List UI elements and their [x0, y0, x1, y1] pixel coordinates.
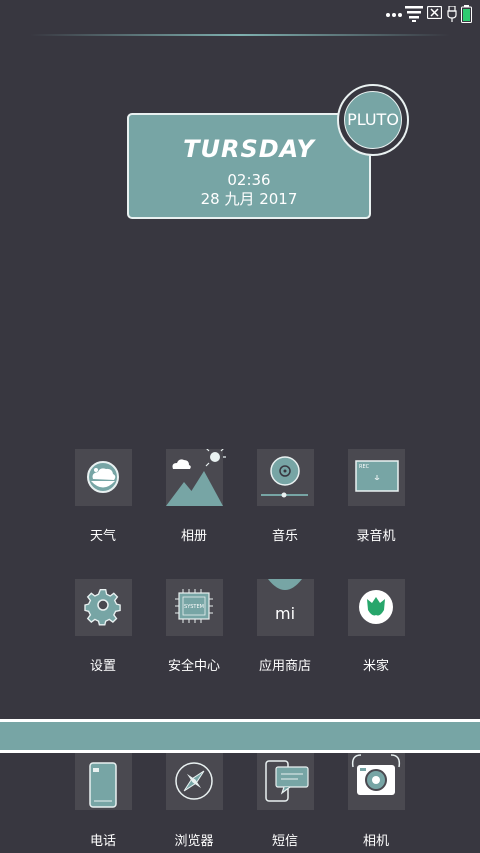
top-divider-line — [30, 34, 450, 36]
app-label: 录音机 — [356, 529, 396, 544]
app-security[interactable]: SYSTEM 安全中心 — [149, 579, 239, 689]
mi-store-icon: mi — [268, 579, 302, 623]
dock-app-camera[interactable]: 相机 — [331, 753, 421, 853]
app-store[interactable]: mi 应用商店 — [240, 579, 330, 689]
dock-app-messages[interactable]: 短信 — [240, 753, 330, 853]
clock-time: 02:36 — [227, 171, 271, 189]
app-label: 天气 — [89, 529, 116, 544]
status-bar — [0, 0, 480, 30]
pluto-label: PLUTO — [347, 110, 399, 129]
clock-date: 28 九月 2017 — [200, 190, 298, 208]
battery-icon — [461, 5, 472, 23]
app-label: 电话 — [89, 834, 116, 849]
music-icon — [261, 456, 308, 498]
no-sim-icon — [427, 6, 442, 19]
svg-text:REC: REC — [359, 464, 370, 470]
app-label: 音乐 — [271, 529, 298, 544]
mi-logo-text: mi — [275, 604, 295, 623]
security-chip-icon: SYSTEM — [175, 589, 213, 623]
browser-compass-icon — [175, 762, 213, 800]
app-gallery[interactable]: 相册 — [149, 449, 239, 559]
settings-gear-icon — [84, 589, 121, 626]
app-label: 短信 — [271, 834, 298, 849]
mijia-icon — [359, 590, 393, 624]
usb-icon — [447, 6, 457, 22]
app-label: 米家 — [362, 659, 389, 674]
weather-icon — [87, 461, 119, 493]
app-label: 浏览器 — [174, 834, 214, 849]
app-label: 相机 — [362, 834, 389, 849]
app-recorder[interactable]: REC 录音机 — [331, 449, 421, 559]
weekday-label: TURSDAY — [183, 135, 315, 163]
pluto-badge-inner: PLUTO — [344, 91, 402, 149]
pluto-badge[interactable]: PLUTO — [337, 84, 409, 156]
messages-icon — [265, 760, 309, 802]
app-settings[interactable]: 设置 — [58, 579, 148, 689]
clock-widget[interactable]: TURSDAY 02:36 28 九月 2017 — [127, 113, 371, 219]
app-label: 设置 — [89, 659, 116, 674]
app-music[interactable]: 音乐 — [240, 449, 330, 559]
app-label: 应用商店 — [258, 659, 311, 674]
more-dots-icon — [386, 13, 402, 17]
camera-icon — [351, 754, 401, 795]
dock-bar — [0, 719, 480, 753]
dock-app-browser[interactable]: 浏览器 — [149, 753, 239, 853]
dock-app-phone[interactable]: 电话 — [58, 753, 148, 853]
recorder-icon: REC — [355, 460, 399, 492]
gallery-icon — [166, 449, 226, 506]
app-label: 安全中心 — [167, 659, 220, 674]
app-weather[interactable]: 天气 — [58, 449, 148, 559]
app-label: 相册 — [180, 529, 207, 544]
chip-text: SYSTEM — [184, 604, 204, 610]
wifi-icon — [405, 6, 423, 22]
phone-icon — [89, 762, 117, 808]
app-mijia[interactable]: 米家 — [331, 579, 421, 689]
